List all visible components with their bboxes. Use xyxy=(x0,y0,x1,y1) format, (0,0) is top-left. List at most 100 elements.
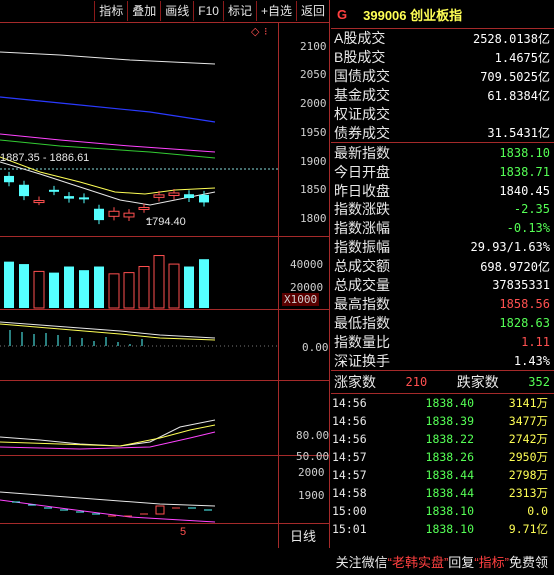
up-count-value: 210 xyxy=(405,375,428,390)
high-low-label: 1887.35 - 1886.61 xyxy=(0,152,90,164)
candle xyxy=(64,196,74,199)
volume-bar xyxy=(108,273,120,309)
index-title: 399006 创业板指 xyxy=(363,7,463,23)
index-stat-label: 最低指数 xyxy=(334,314,390,331)
indicator-button[interactable]: 指标 xyxy=(94,1,127,21)
turnover-label: A股成交 xyxy=(334,30,386,47)
panel-header: G 399006 创业板指 xyxy=(331,0,554,29)
price-tick: 1850 xyxy=(300,183,327,196)
index-stat-value: 1.43% xyxy=(513,353,550,368)
ma-line-white xyxy=(0,51,216,65)
candle xyxy=(19,184,29,197)
candle xyxy=(184,194,194,199)
trade-row: 14:56 1838.39 3477万 xyxy=(331,412,554,430)
index-stat-label: 深证换手 xyxy=(334,352,390,369)
index-stat-row: 最高指数 1858.56 xyxy=(331,294,554,313)
candle xyxy=(138,206,150,210)
trade-price: 1838.26 xyxy=(425,450,474,465)
trade-time: 15:00 xyxy=(332,504,367,519)
kdj-j xyxy=(0,431,216,450)
index-stat-row: 指数涨跌 -2.35 xyxy=(331,200,554,219)
trade-volume: 2950万 xyxy=(508,450,548,465)
index-stat-value: 29.93/1.63% xyxy=(470,240,550,255)
trade-volume: 3477万 xyxy=(508,414,548,429)
volume-bar xyxy=(184,266,194,308)
index-stat-label: 指数振幅 xyxy=(334,239,390,256)
price-tick: 1900 xyxy=(300,155,327,168)
index-stat-value: 37835331 xyxy=(492,278,550,293)
kdj-tick: 80.00 xyxy=(296,429,330,442)
trade-time: 14:57 xyxy=(332,468,367,483)
trade-list[interactable]: 14:56 1838.40 3141万 14:56 1838.39 3477万 14:56 1… xyxy=(331,394,554,538)
index-stat-row: 昨日收盘 1840.45 xyxy=(331,181,554,200)
watermark-account: “老韩实盘” xyxy=(387,555,449,570)
mini-candles xyxy=(12,501,212,517)
ma-line-blue xyxy=(0,96,216,123)
trade-time: 14:58 xyxy=(332,486,367,501)
index-stat-value: 1858.56 xyxy=(499,296,550,311)
candle xyxy=(123,212,135,218)
down-count-label: 跌家数 xyxy=(456,374,499,391)
trade-price: 1838.44 xyxy=(425,486,474,501)
index-stat-label: 总成交额 xyxy=(334,258,390,275)
volume-bar xyxy=(199,259,209,308)
kline-chart[interactable] xyxy=(0,22,278,548)
g-marker: G xyxy=(337,6,348,22)
trade-row: 14:58 1838.44 2313万 xyxy=(331,484,554,502)
turnover-row: B股成交 1.4675亿 xyxy=(331,48,554,67)
turnover-value: 709.5025亿 xyxy=(480,69,550,84)
volume-bar xyxy=(153,255,165,309)
index-stat-row: 最新指数 1838.10 xyxy=(331,143,554,162)
volume-bar xyxy=(168,263,180,309)
quote-panel: G 399006 创业板指 A股成交 2528.0138亿 B股成交 1.4675亿国… xyxy=(331,0,554,575)
volume-bar xyxy=(4,261,14,308)
mini-tick: 1900 xyxy=(298,489,325,502)
back-button[interactable]: 返回 xyxy=(295,1,329,21)
candle xyxy=(153,194,165,198)
trade-volume: 9.71亿 xyxy=(508,522,548,537)
trade-volume: 2742万 xyxy=(508,432,548,447)
price-tick: 2050 xyxy=(300,68,327,81)
index-stat-row: 今日开盘 1838.71 xyxy=(331,162,554,181)
turnover-section: A股成交 2528.0138亿 B股成交 1.4675亿 国债成交 709.5025亿 基金… xyxy=(331,29,554,144)
index-stat-value: -0.13% xyxy=(506,221,550,236)
volume-bar xyxy=(33,270,45,309)
watermark-suffix: 免费领 xyxy=(508,555,548,570)
low-marker-arrow: ← xyxy=(144,212,155,224)
turnover-label: 权证成交 xyxy=(334,106,390,123)
macd-tick: 0.00 xyxy=(302,341,329,354)
candle xyxy=(79,197,89,200)
price-tick: 2000 xyxy=(300,97,327,110)
index-stat-label: 总成交量 xyxy=(334,277,390,294)
volume-bars xyxy=(4,255,209,309)
index-stat-label: 指数量比 xyxy=(334,333,390,350)
index-stat-row: 总成交额 698.9720亿 xyxy=(331,257,554,276)
turnover-row: 国债成交 709.5025亿 xyxy=(331,67,554,86)
breadth-row: 涨家数 210 跌家数 352 xyxy=(331,371,554,395)
trade-row: 15:00 1838.10 0.0 xyxy=(331,502,554,520)
f10-button[interactable]: F10 xyxy=(193,1,223,21)
watermark-keyword: “指标” xyxy=(474,555,509,570)
trade-time: 14:57 xyxy=(332,450,367,465)
trade-price: 1838.44 xyxy=(425,468,474,483)
overlay-button[interactable]: 叠加 xyxy=(127,1,160,21)
draw-line-button[interactable]: 画线 xyxy=(160,1,193,21)
index-stat-row: 总成交量 37835331 xyxy=(331,276,554,295)
trade-volume: 3141万 xyxy=(508,396,548,411)
index-stat-label: 今日开盘 xyxy=(334,163,390,180)
mark-button[interactable]: 标记 xyxy=(222,1,256,21)
macd-dif xyxy=(0,321,216,339)
turnover-label: 债券成交 xyxy=(334,124,390,141)
trade-price: 1838.22 xyxy=(425,432,474,447)
candle xyxy=(168,192,180,196)
turnover-value: 1.4675亿 xyxy=(494,50,550,65)
add-watchlist-button[interactable]: +自选 xyxy=(255,1,296,21)
period-tab-daily[interactable]: 日线 xyxy=(290,526,316,545)
turnover-row: 基金成交 61.8384亿 xyxy=(331,86,554,105)
trade-row: 14:57 1838.44 2798万 xyxy=(331,466,554,484)
trade-time: 14:56 xyxy=(332,432,367,447)
candle xyxy=(33,200,45,204)
index-stat-value: -2.35 xyxy=(513,202,550,217)
candle xyxy=(49,189,59,192)
turnover-row: A股成交 2528.0138亿 xyxy=(331,29,554,48)
